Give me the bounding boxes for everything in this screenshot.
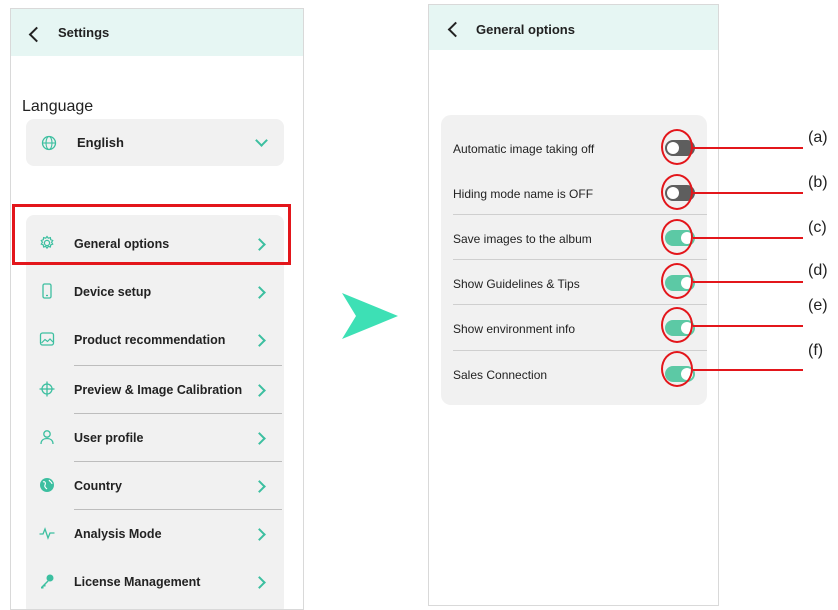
option-label: Sales Connection <box>453 368 548 382</box>
back-arrow-icon[interactable] <box>447 21 464 38</box>
annotation-label: (b) <box>808 174 828 191</box>
chevron-down-icon <box>255 134 268 147</box>
back-arrow-icon[interactable] <box>28 26 45 43</box>
menu-item-label: Analysis Mode <box>74 527 162 541</box>
image-icon <box>39 332 55 346</box>
divider <box>453 214 707 215</box>
menu-item-label: Country <box>74 479 122 493</box>
menu-item-device-setup[interactable]: Device setup <box>26 269 284 315</box>
page-title: Settings <box>58 25 110 40</box>
globe-icon <box>41 135 57 151</box>
menu-item-label: Product recommendation <box>74 333 226 347</box>
annotation-line <box>693 237 803 239</box>
annotation-line <box>693 192 803 194</box>
settings-header: Settings <box>11 9 303 56</box>
annotation-label: (e) <box>808 297 828 314</box>
annotation-label: (a) <box>808 129 828 146</box>
menu-item-license-management[interactable]: License Management <box>26 559 284 605</box>
menu-item-product-recommendation[interactable]: Product recommendation <box>26 317 284 363</box>
language-selector[interactable]: English <box>26 119 284 166</box>
pulse-icon <box>39 527 55 540</box>
globe-icon <box>40 478 54 492</box>
annotation-line <box>693 281 803 283</box>
chevron-right-icon <box>253 384 266 397</box>
highlight-box <box>12 204 291 265</box>
chevron-right-icon <box>253 576 266 589</box>
chevron-right-icon <box>253 432 266 445</box>
menu-item-country[interactable]: Country <box>26 463 284 509</box>
menu-item-label: User profile <box>74 431 144 445</box>
annotation-circle <box>661 263 693 299</box>
general-options-screen: General options Automatic image taking o… <box>428 4 719 606</box>
divider <box>74 509 282 510</box>
divider <box>74 365 282 366</box>
settings-menu: General options Device setup Product rec… <box>26 215 284 609</box>
annotation-circle <box>661 307 693 343</box>
annotation-line <box>693 147 803 149</box>
arrow-right-icon <box>342 293 398 339</box>
crosshair-icon <box>39 381 55 397</box>
menu-item-label: Preview & Image Calibration <box>74 383 243 397</box>
option-label: Save images to the album <box>453 232 592 246</box>
annotation-line <box>693 325 803 327</box>
option-label: Automatic image taking off <box>453 142 595 156</box>
annotation-label: (d) <box>808 262 828 279</box>
divider <box>74 413 282 414</box>
divider <box>74 461 282 462</box>
annotation-circle <box>661 219 693 255</box>
annotation-circle <box>661 174 693 210</box>
divider <box>453 259 707 260</box>
page-title: General options <box>476 22 575 37</box>
annotation-circle <box>661 351 693 387</box>
menu-item-user-profile[interactable]: User profile <box>26 415 284 461</box>
language-value: English <box>77 135 124 150</box>
annotation-label: (f) <box>808 342 824 359</box>
divider <box>453 304 707 305</box>
annotation-label: (c) <box>808 219 827 236</box>
chevron-right-icon <box>253 528 266 541</box>
general-options-header: General options <box>429 5 718 50</box>
menu-item-preview-calibration[interactable]: Preview & Image Calibration <box>26 367 284 413</box>
chevron-right-icon <box>253 286 266 299</box>
chevron-right-icon <box>253 334 266 347</box>
menu-item-label: License Management <box>74 575 201 589</box>
key-icon <box>41 574 54 589</box>
option-label: Show environment info <box>453 322 576 336</box>
language-section-label: Language <box>22 98 94 115</box>
option-label: Hiding mode name is OFF <box>453 187 594 201</box>
option-label: Show Guidelines & Tips <box>453 277 580 291</box>
settings-screen: Settings Language English General option… <box>10 8 304 610</box>
menu-item-label: Device setup <box>74 285 152 299</box>
menu-item-analysis-mode[interactable]: Analysis Mode <box>26 511 284 557</box>
user-icon <box>40 430 54 445</box>
divider <box>453 350 707 351</box>
chevron-right-icon <box>253 480 266 493</box>
phone-icon <box>42 283 52 299</box>
annotation-circle <box>661 129 693 165</box>
annotation-line <box>693 369 803 371</box>
